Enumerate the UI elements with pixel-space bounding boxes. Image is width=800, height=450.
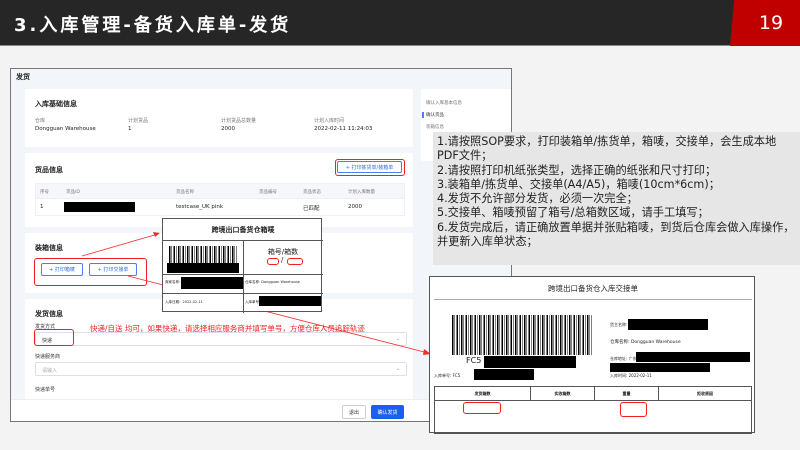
merchant-label: 商家名称: — [165, 280, 181, 284]
note: 4.发货不允许部分发货，必须一次完全； — [437, 192, 638, 206]
box-label-title: 跨境出口备货仓箱唛 — [163, 219, 323, 241]
handover-preview: 跨境出口备货仓入库交接单 FC5 入库单号: FC5 货主名称: 仓库名称: D… — [429, 276, 755, 434]
slash: / — [281, 256, 284, 264]
col-header: 重量 — [595, 387, 659, 401]
warehouse-label: 仓库名称: Dongguan Warehouse — [245, 280, 300, 284]
warehouse-label: 仓库名称: Dongguan Warehouse — [610, 340, 681, 345]
box-label-preview: 跨境出口备货仓箱唛 箱号/箱数 / 商家名称: 仓库名称: Dongguan W… — [162, 218, 323, 313]
note: 3.装箱单/拣货单、交接单(A4/A5)，箱唛(10cm*6cm)； — [437, 177, 720, 191]
note: 1.请按照SOP要求，打印装箱单/拣货单，箱唛，交接单，会生成本地PDF文件； — [437, 135, 777, 163]
col-header: 实收箱数 — [531, 387, 595, 401]
handover-title: 跨境出口备货仓入库交接单 — [548, 284, 638, 293]
note: 2.请按照打印机纸张类型，选择正确的纸张和尺寸打印； — [437, 163, 717, 177]
date-label: 入库日期：2022-02-11 — [165, 300, 203, 304]
col-header: 发货箱数 — [435, 387, 531, 401]
owner-label: 货主名称: — [610, 322, 628, 327]
shipping-annotation: 快递/自送 均可，如果快递，请选择相应服务商并填写单号，方便仓库人员追踪轨迹 — [90, 324, 365, 333]
code-prefix: FC5 — [466, 356, 482, 365]
col-header: 拒收原因 — [659, 387, 751, 401]
order-label: 入库单号: — [245, 300, 261, 304]
order-label: 入库单号: FC5 — [434, 373, 461, 378]
time-label: 入库时间: 2022-02-11 — [610, 373, 652, 378]
instructions-box: 1.请按照SOP要求，打印装箱单/拣货单，箱唛，交接单，会生成本地PDF文件； … — [433, 132, 800, 265]
note: 6.发货完成后，请正确放置单据并张贴箱唛，到货后仓库会做入库操作，并更新入库单状… — [437, 220, 795, 249]
barcode — [452, 315, 592, 355]
note: 5.交接单、箱唛预留了箱号/总箱数区域，请手工填写； — [437, 206, 709, 220]
